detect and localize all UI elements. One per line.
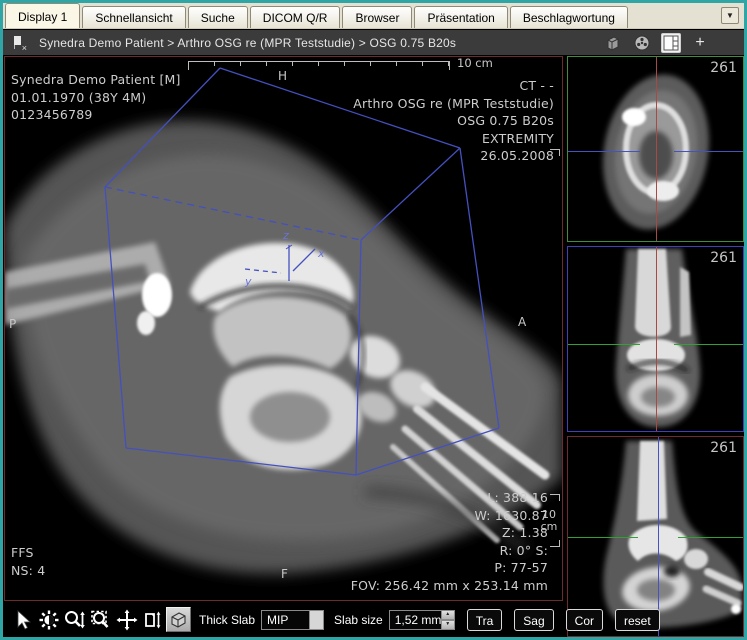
cine-icon[interactable] xyxy=(632,33,652,53)
mpr-coronal-view[interactable]: 261 xyxy=(567,246,744,432)
axis-z-label: z xyxy=(283,229,289,242)
ruler-scale-label: 10 cm xyxy=(457,56,493,70)
patient-id: 0123456789 xyxy=(11,106,181,124)
patient-name: Synedra Demo Patient [M] xyxy=(11,71,181,89)
cor-button[interactable]: Cor xyxy=(566,609,603,631)
sag-button[interactable]: Sag xyxy=(514,609,553,631)
vertical-ruler-mark xyxy=(550,494,560,501)
crosshair-horizontal[interactable] xyxy=(678,537,743,538)
window-level-tool-icon[interactable] xyxy=(36,608,62,632)
zoom-region-tool-icon[interactable] xyxy=(88,608,114,632)
mip-mode-select[interactable]: MIP xyxy=(261,610,324,630)
pointer-tool-icon[interactable] xyxy=(10,608,36,632)
body-part-label: EXTREMITY xyxy=(353,130,554,148)
vertical-ruler-label: 10 cm xyxy=(539,509,559,533)
slice-position-value: P: 77-57 xyxy=(351,559,548,577)
modality-label: CT - - xyxy=(353,77,554,95)
window-level-value: L: 388.16 xyxy=(351,489,548,507)
orientation-marker-h: H xyxy=(278,69,287,83)
zoom-tool-icon[interactable] xyxy=(62,608,88,632)
horizontal-ruler xyxy=(188,61,450,69)
crosshair-vertical[interactable] xyxy=(656,57,657,241)
tab-schnellansicht[interactable]: Schnellansicht xyxy=(82,6,185,28)
crosshair-horizontal[interactable] xyxy=(568,537,638,538)
tab-display-1[interactable]: Display 1 xyxy=(5,3,80,28)
crosshair-horizontal[interactable] xyxy=(568,151,640,152)
position-info-overlay: FFS NS: 4 xyxy=(11,544,45,579)
tab-beschlagwortung[interactable]: Beschlagwortung xyxy=(510,6,628,28)
slab-count: NS: 4 xyxy=(11,562,45,580)
vertical-ruler-top-mark xyxy=(550,149,560,156)
orientation-marker-f: F xyxy=(281,567,288,581)
tab-dicom-qr[interactable]: DICOM Q/R xyxy=(250,6,341,28)
study-date: 26.05.2008 xyxy=(353,147,554,165)
reset-button[interactable]: reset xyxy=(615,609,660,631)
orientation-marker-a: A xyxy=(518,315,526,329)
pan-tool-icon[interactable] xyxy=(114,608,140,632)
mpr-axial-view[interactable]: 261 xyxy=(567,56,744,242)
slice-number: 261 xyxy=(710,250,737,266)
display-area: 10 cm Synedra Demo Patient [M] 01.01.197… xyxy=(3,55,744,637)
thick-slab-label: Thick Slab xyxy=(199,613,255,627)
mpr-3d-view[interactable]: 10 cm Synedra Demo Patient [M] 01.01.197… xyxy=(4,56,563,601)
add-icon[interactable]: + xyxy=(690,33,710,53)
zoom-value: Z: 1.38 xyxy=(351,524,548,542)
slab-size-label: Slab size xyxy=(334,613,383,627)
cube-3d-tool-icon[interactable] xyxy=(166,607,191,632)
tra-button[interactable]: Tra xyxy=(467,609,503,631)
volume-icon[interactable] xyxy=(603,33,623,53)
study-description: Arthro OSG re (MPR Teststudie) xyxy=(353,95,554,113)
mpr-sagittal-view[interactable]: 261 xyxy=(567,436,744,637)
patient-info-overlay: Synedra Demo Patient [M] 01.01.1970 (38Y… xyxy=(11,71,181,124)
navigation-bar: × Synedra Demo Patient > Arthro OSG re (… xyxy=(3,30,744,55)
tab-browser[interactable]: Browser xyxy=(342,6,412,28)
image-stats-overlay: L: 388.16 W: 1630.87 Z: 1.38 R: 0° S: P:… xyxy=(351,489,548,594)
vertical-ruler-bottom-mark xyxy=(550,540,560,547)
crosshair-vertical[interactable] xyxy=(658,437,659,636)
patient-birthdate: 01.01.1970 (38Y 4M) xyxy=(11,89,181,107)
mip-mode-value: MIP xyxy=(261,610,309,630)
tab-suche[interactable]: Suche xyxy=(188,6,248,28)
viewer-toolbar: Thick Slab MIP Slab size 1,52 mm ▲ ▼ Tra… xyxy=(4,602,563,637)
clear-selection-icon[interactable]: × xyxy=(11,35,27,51)
patient-position: FFS xyxy=(11,544,45,562)
slab-size-value[interactable]: 1,52 mm xyxy=(389,610,441,630)
study-info-overlay: CT - - Arthro OSG re (MPR Teststudie) OS… xyxy=(353,77,554,165)
orientation-marker-p: P xyxy=(9,317,16,331)
main-tab-bar: Display 1 Schnellansicht Suche DICOM Q/R… xyxy=(3,3,744,29)
layout-icon[interactable] xyxy=(661,33,681,53)
slab-size-stepper[interactable]: 1,52 mm ▲ ▼ xyxy=(389,610,455,630)
slice-number: 261 xyxy=(710,440,737,456)
slab-size-down-button[interactable]: ▼ xyxy=(441,620,455,630)
axis-y-label: y xyxy=(245,275,252,288)
fov-value: FOV: 256.42 mm x 253.14 mm xyxy=(351,577,548,595)
axis-x-label: x xyxy=(318,247,325,260)
crosshair-vertical[interactable] xyxy=(656,247,657,431)
tab-overflow-button[interactable]: ▼ xyxy=(721,7,739,24)
mip-dropdown-button[interactable] xyxy=(309,610,324,630)
window-width-value: W: 1630.87 xyxy=(351,507,548,525)
slab-size-up-button[interactable]: ▲ xyxy=(441,610,455,620)
crosshair-horizontal[interactable] xyxy=(674,151,743,152)
crosshair-horizontal[interactable] xyxy=(674,344,743,345)
slice-scroll-tool-icon[interactable] xyxy=(140,608,166,632)
synedra-viewer-window: Display 1 Schnellansicht Suche DICOM Q/R… xyxy=(0,0,747,640)
breadcrumb: Synedra Demo Patient > Arthro OSG re (MP… xyxy=(39,36,456,50)
tab-praesentation[interactable]: Präsentation xyxy=(414,6,507,28)
series-description: OSG 0.75 B20s xyxy=(353,112,554,130)
crosshair-horizontal[interactable] xyxy=(568,344,640,345)
rotation-value: R: 0° S: xyxy=(351,542,548,560)
slice-number: 261 xyxy=(710,60,737,76)
